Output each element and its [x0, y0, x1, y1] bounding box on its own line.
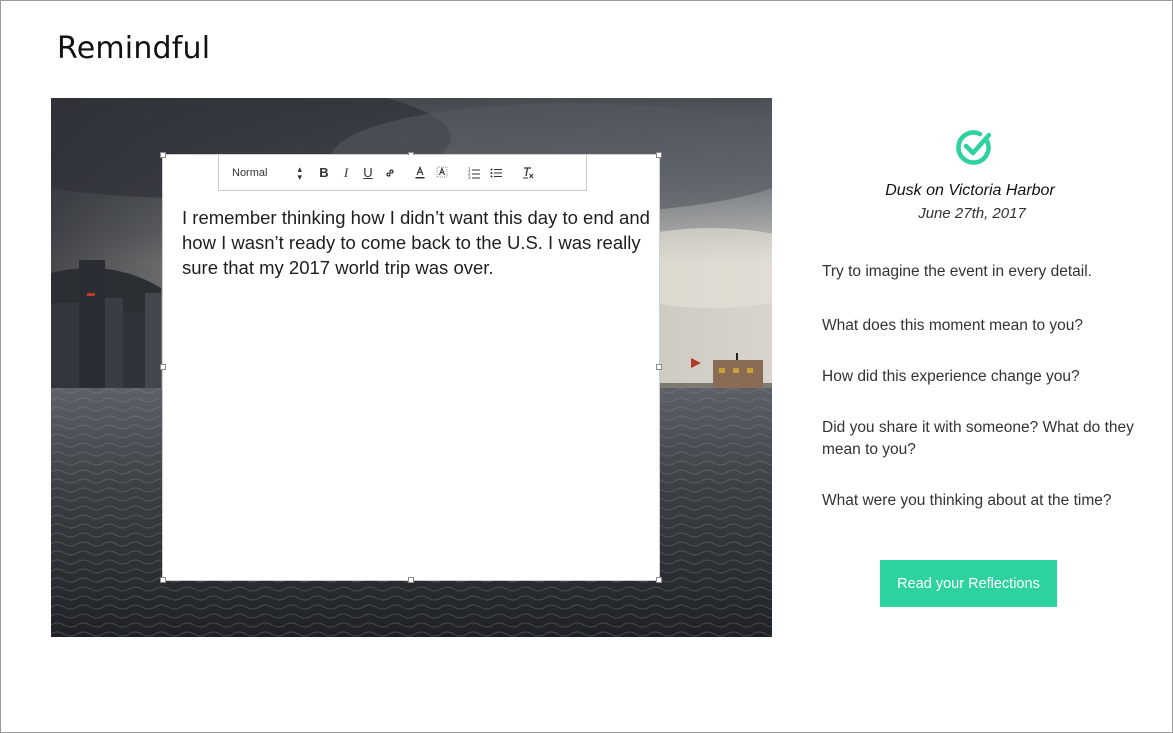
resize-handle-left[interactable]: [160, 364, 166, 370]
italic-button[interactable]: I: [337, 163, 355, 183]
format-select-value: Normal: [232, 166, 268, 179]
prompt-item: Try to imagine the event in every detail…: [822, 263, 1092, 280]
link-icon[interactable]: [381, 163, 399, 183]
background-color-icon[interactable]: [433, 163, 451, 183]
bold-button[interactable]: B: [315, 163, 333, 183]
text-color-icon[interactable]: [411, 163, 429, 183]
reflection-editor[interactable]: Normal ▴ ▾ B I U 123 I remember thinking…: [160, 152, 662, 583]
editor-toolbar: Normal ▴ ▾ B I U 123: [218, 155, 587, 191]
resize-handle-top-right[interactable]: [656, 152, 662, 158]
ordered-list-icon[interactable]: 123: [465, 163, 483, 183]
prompt-item: What does this moment mean to you?: [822, 317, 1084, 334]
app-window: Remindful Normal ▴ ▾ B I U 1 2 3 I remem…: [0, 0, 1173, 733]
prompt-item: Did you share it with someone? What do t…: [822, 419, 1134, 458]
moment-date: June 27th, 2017: [918, 205, 1026, 222]
resize-handle-bottom-left[interactable]: [160, 577, 166, 583]
resize-handle-bottom[interactable]: [408, 577, 414, 583]
prompt-item: What were you thinking about at the time…: [822, 492, 1112, 509]
select-arrows-icon: ▴ ▾: [297, 163, 302, 182]
check-circle-icon: [956, 130, 992, 165]
format-select[interactable]: Normal ▴ ▾: [232, 163, 302, 183]
resize-handle-bottom-right[interactable]: [656, 577, 662, 583]
app-title: Remindful: [57, 31, 211, 66]
clear-format-icon[interactable]: [519, 163, 537, 183]
resize-handle-top-left[interactable]: [160, 152, 166, 158]
bullet-list-icon[interactable]: [487, 163, 505, 183]
underline-button[interactable]: U: [359, 163, 377, 183]
svg-text:3: 3: [468, 175, 471, 179]
read-reflections-button[interactable]: Read your Reflections: [880, 560, 1057, 607]
moment-title: Dusk on Victoria Harbor: [885, 182, 1055, 199]
prompt-item: How did this experience change you?: [822, 368, 1080, 385]
reflection-text[interactable]: I remember thinking how I didn’t want th…: [182, 205, 652, 280]
resize-handle-right[interactable]: [656, 364, 662, 370]
